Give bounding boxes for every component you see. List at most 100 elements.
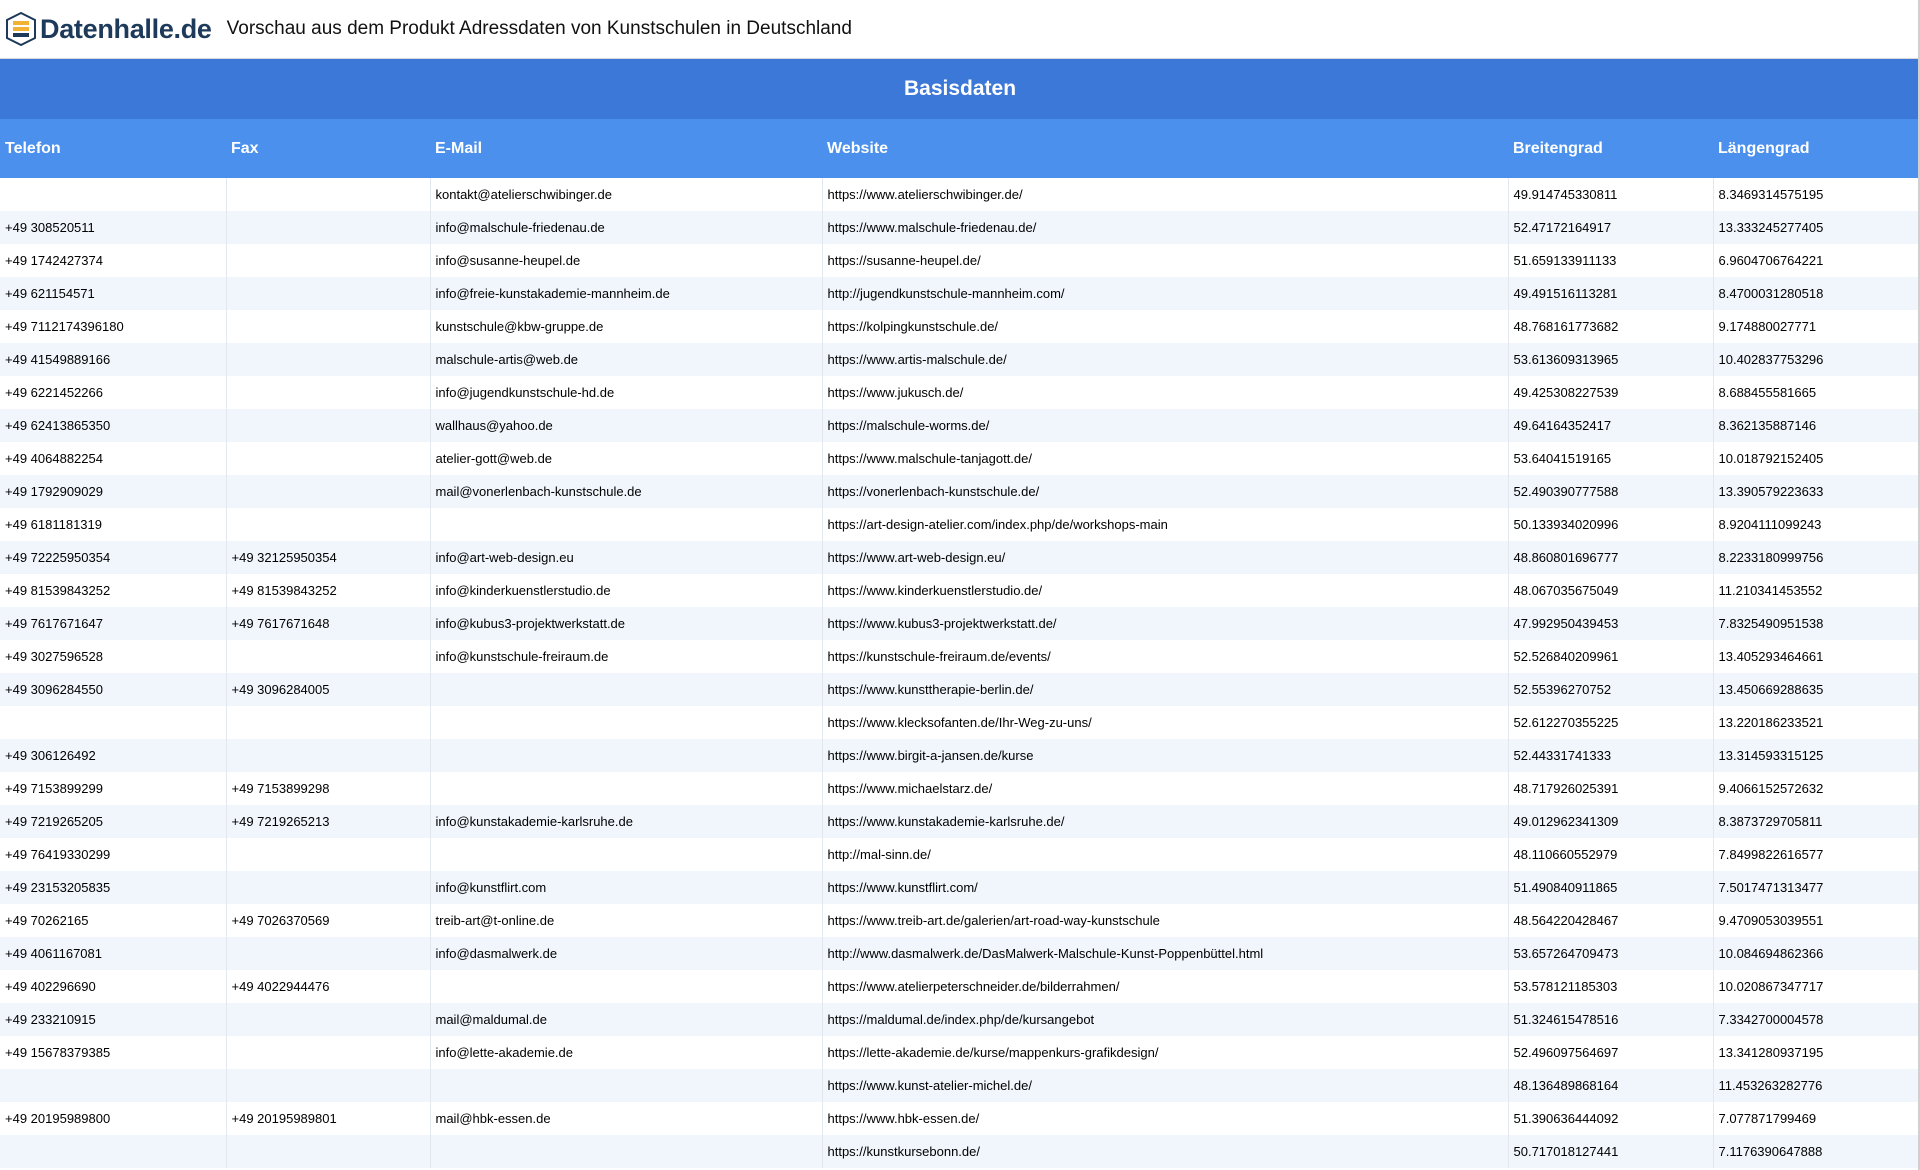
cell-breitengrad: 53.64041519165 — [1508, 442, 1714, 475]
cell-telefon — [0, 706, 227, 739]
cell-website[interactable]: https://art-design-atelier.com/index.php… — [822, 508, 1509, 541]
cell-website[interactable]: https://www.malschule-tanjagott.de/ — [822, 442, 1509, 475]
cell-website[interactable]: https://www.malschule-friedenau.de/ — [822, 211, 1509, 244]
cell-website[interactable]: https://susanne-heupel.de/ — [822, 244, 1509, 277]
cell-breitengrad: 49.914745330811 — [1508, 178, 1714, 211]
cell-laengengrad: 7.8325490951538 — [1713, 607, 1920, 640]
cell-website[interactable]: https://vonerlenbach-kunstschule.de/ — [822, 475, 1509, 508]
table-row: +49 81539843252 +49 81539843252 info@kinde… — [0, 574, 1920, 607]
cell-website[interactable]: https://www.artis-malschule.de/ — [822, 343, 1509, 376]
cell-email[interactable]: info@kunstakademie-karlsruhe.de — [430, 805, 823, 838]
cell-email[interactable]: malschule-artis@web.de — [430, 343, 823, 376]
cell-website[interactable]: http://mal-sinn.de/ — [822, 838, 1509, 871]
cell-email[interactable]: info@kunstflirt.com — [430, 871, 823, 904]
cell-laengengrad: 13.333245277405 — [1713, 211, 1920, 244]
column-header-breitengrad[interactable]: Breitengrad — [1508, 119, 1713, 178]
cell-fax: +49 7153899298 — [226, 772, 431, 805]
column-header-fax[interactable]: Fax — [226, 119, 430, 178]
cell-email[interactable]: info@malschule-friedenau.de — [430, 211, 823, 244]
logo[interactable]: Datenhalle.de — [6, 9, 212, 49]
cell-breitengrad: 48.860801696777 — [1508, 541, 1714, 574]
cell-website[interactable]: https://lette-akademie.de/kurse/mappenku… — [822, 1036, 1509, 1069]
cell-laengengrad: 7.1176390647888 — [1713, 1135, 1920, 1168]
column-header-telefon[interactable]: Telefon — [0, 119, 226, 178]
cell-laengengrad: 13.341280937195 — [1713, 1036, 1920, 1069]
cell-email[interactable]: treib-art@t-online.de — [430, 904, 823, 937]
cell-website[interactable]: https://maldumal.de/index.php/de/kursang… — [822, 1003, 1509, 1036]
cell-website[interactable]: https://www.kunstakademie-karlsruhe.de/ — [822, 805, 1509, 838]
cell-email[interactable]: info@freie-kunstakademie-mannheim.de — [430, 277, 823, 310]
cell-fax — [226, 376, 431, 409]
cell-fax: +49 7026370569 — [226, 904, 431, 937]
cell-email[interactable]: info@susanne-heupel.de — [430, 244, 823, 277]
cell-email[interactable]: info@lette-akademie.de — [430, 1036, 823, 1069]
cell-email[interactable]: mail@hbk-essen.de — [430, 1102, 823, 1135]
cell-email[interactable]: info@kinderkuenstlerstudio.de — [430, 574, 823, 607]
cell-email[interactable]: info@art-web-design.eu — [430, 541, 823, 574]
cell-breitengrad: 53.613609313965 — [1508, 343, 1714, 376]
cell-fax — [226, 739, 431, 772]
cell-email[interactable]: info@jugendkunstschule-hd.de — [430, 376, 823, 409]
cell-website[interactable]: https://malschule-worms.de/ — [822, 409, 1509, 442]
cell-email[interactable]: info@dasmalwerk.de — [430, 937, 823, 970]
cell-website[interactable]: http://www.dasmalwerk.de/DasMalwerk-Mals… — [822, 937, 1509, 970]
cell-breitengrad: 52.526840209961 — [1508, 640, 1714, 673]
column-header-website[interactable]: Website — [822, 119, 1508, 178]
cell-email[interactable]: kunstschule@kbw-gruppe.de — [430, 310, 823, 343]
cell-website[interactable]: https://www.klecksofanten.de/Ihr-Weg-zu-… — [822, 706, 1509, 739]
cell-email[interactable]: info@kubus3-projektwerkstatt.de — [430, 607, 823, 640]
cell-telefon: +49 402296690 — [0, 970, 227, 1003]
cell-fax — [226, 178, 431, 211]
column-header-email[interactable]: E-Mail — [430, 119, 822, 178]
cell-website[interactable]: https://www.kunst-atelier-michel.de/ — [822, 1069, 1509, 1102]
cell-website[interactable]: https://kunstkursebonn.de/ — [822, 1135, 1509, 1168]
table-row: +49 306126492 https://www.birgit-a-jansen… — [0, 739, 1920, 772]
cell-website[interactable]: https://www.kunstflirt.com/ — [822, 871, 1509, 904]
cell-website[interactable]: https://www.hbk-essen.de/ — [822, 1102, 1509, 1135]
cell-telefon: +49 7219265205 — [0, 805, 227, 838]
cell-laengengrad: 7.8499822616577 — [1713, 838, 1920, 871]
cell-breitengrad: 48.067035675049 — [1508, 574, 1714, 607]
cell-fax — [226, 838, 431, 871]
cell-website[interactable]: https://www.kinderkuenstlerstudio.de/ — [822, 574, 1509, 607]
cell-fax — [226, 343, 431, 376]
cell-website[interactable]: http://jugendkunstschule-mannheim.com/ — [822, 277, 1509, 310]
cell-breitengrad: 52.55396270752 — [1508, 673, 1714, 706]
cell-telefon: +49 81539843252 — [0, 574, 227, 607]
cell-website[interactable]: https://www.art-web-design.eu/ — [822, 541, 1509, 574]
cell-laengengrad: 13.405293464661 — [1713, 640, 1920, 673]
cell-email — [430, 772, 823, 805]
cell-breitengrad: 51.659133911133 — [1508, 244, 1714, 277]
cell-website[interactable]: https://www.atelierschwibinger.de/ — [822, 178, 1509, 211]
cell-laengengrad: 7.3342700004578 — [1713, 1003, 1920, 1036]
table-row: +49 402296690 +49 4022944476 https://www.a… — [0, 970, 1920, 1003]
cell-email[interactable]: atelier-gott@web.de — [430, 442, 823, 475]
cell-fax — [226, 244, 431, 277]
cell-email[interactable]: wallhaus@yahoo.de — [430, 409, 823, 442]
cell-email — [430, 673, 823, 706]
cell-website[interactable]: https://www.atelierpeterschneider.de/bil… — [822, 970, 1509, 1003]
table-row: +49 308520511 info@malschule-friedenau.de… — [0, 211, 1920, 244]
cell-email[interactable]: mail@vonerlenbach-kunstschule.de — [430, 475, 823, 508]
cell-website[interactable]: https://www.michaelstarz.de/ — [822, 772, 1509, 805]
cell-email[interactable]: info@kunstschule-freiraum.de — [430, 640, 823, 673]
cell-website[interactable]: https://www.kubus3-projektwerkstatt.de/ — [822, 607, 1509, 640]
table-row: +49 76419330299 http://mal-sinn.de/48.110… — [0, 838, 1920, 871]
cell-laengengrad: 13.220186233521 — [1713, 706, 1920, 739]
cell-website[interactable]: https://www.treib-art.de/galerien/art-ro… — [822, 904, 1509, 937]
database-icon — [6, 12, 36, 46]
cell-fax — [226, 937, 431, 970]
cell-email[interactable]: mail@maldumal.de — [430, 1003, 823, 1036]
cell-email — [430, 1135, 823, 1168]
cell-telefon: +49 1792909029 — [0, 475, 227, 508]
cell-website[interactable]: https://www.birgit-a-jansen.de/kurse — [822, 739, 1509, 772]
cell-telefon: +49 70262165 — [0, 904, 227, 937]
table-row: https://kunstkursebonn.de/50.71701812744… — [0, 1135, 1920, 1168]
cell-website[interactable]: https://www.jukusch.de/ — [822, 376, 1509, 409]
column-header-laengengrad[interactable]: Längengrad — [1713, 119, 1920, 178]
cell-email[interactable]: kontakt@atelierschwibinger.de — [430, 178, 823, 211]
cell-website[interactable]: https://kolpingkunstschule.de/ — [822, 310, 1509, 343]
cell-website[interactable]: https://kunstschule-freiraum.de/events/ — [822, 640, 1509, 673]
cell-breitengrad: 49.491516113281 — [1508, 277, 1714, 310]
cell-website[interactable]: https://www.kunsttherapie-berlin.de/ — [822, 673, 1509, 706]
